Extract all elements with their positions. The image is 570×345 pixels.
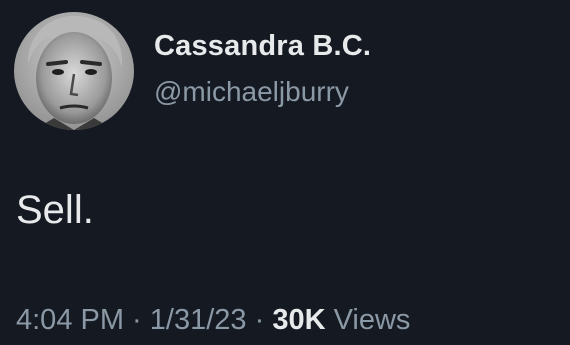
views-label: Views	[325, 304, 411, 336]
meta-separator: ·	[124, 304, 150, 336]
tweet-meta: 4:04 PM · 1/31/23 · 30K Views	[16, 304, 410, 337]
tweet-text: Sell.	[16, 188, 94, 232]
author-display-name[interactable]: Cassandra B.C.	[154, 30, 371, 63]
tweet-card: Cassandra B.C. @michaeljburry Sell. 4:04…	[0, 0, 570, 345]
avatar[interactable]	[14, 12, 134, 130]
tweet-time[interactable]: 4:04 PM	[16, 304, 124, 336]
profile-photo-icon	[14, 12, 134, 130]
author-handle[interactable]: @michaeljburry	[154, 76, 349, 108]
tweet-date[interactable]: 1/31/23	[150, 304, 247, 336]
meta-separator: ·	[246, 304, 273, 336]
views-count[interactable]: 30K	[272, 304, 325, 336]
